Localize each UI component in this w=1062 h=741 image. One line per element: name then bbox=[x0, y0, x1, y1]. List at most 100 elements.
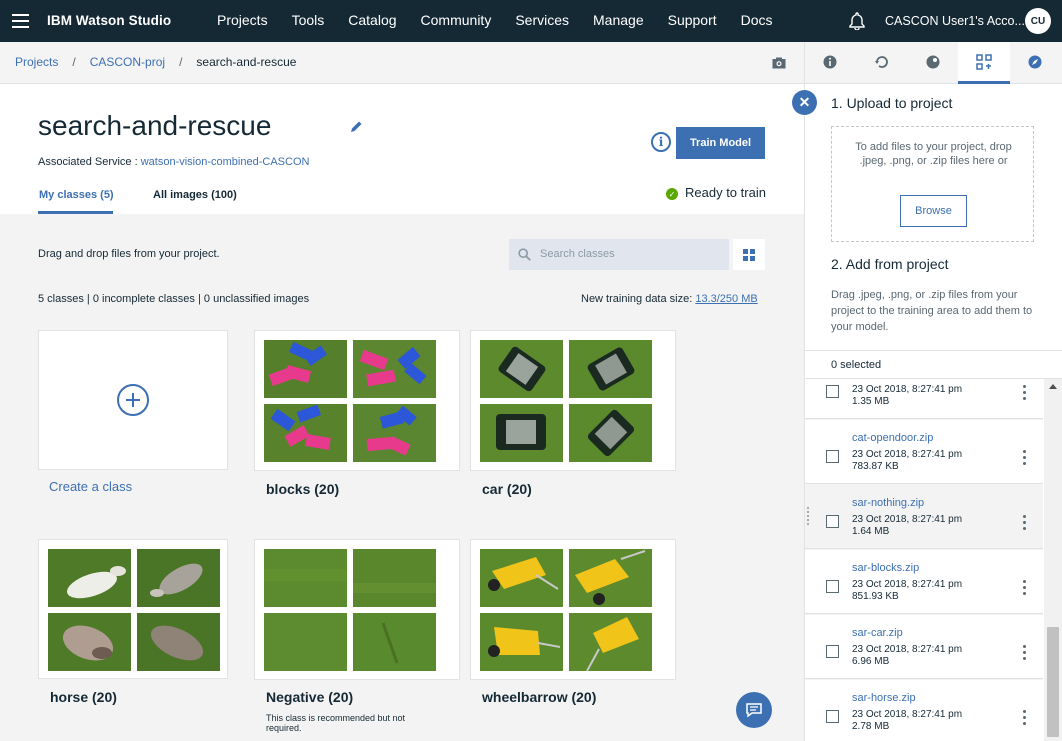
breadcrumb-bar: Projects / CASCON-proj / search-and-resc… bbox=[0, 42, 804, 84]
file-date: 23 Oct 2018, 8:27:41 pm bbox=[852, 709, 963, 720]
scrollbar-thumb[interactable] bbox=[1047, 627, 1059, 737]
file-checkbox[interactable] bbox=[826, 385, 839, 398]
file-list-scrollbar[interactable] bbox=[1044, 379, 1062, 741]
file-size: 6.96 MB bbox=[852, 656, 890, 667]
file-item[interactable]: sar-nothing.zip 23 Oct 2018, 8:27:41 pm … bbox=[805, 485, 1043, 549]
top-navigation-bar: IBM Watson Studio Projects Tools Catalog… bbox=[0, 0, 1062, 42]
info-circle-icon[interactable] bbox=[822, 54, 838, 70]
tab-my-classes[interactable]: My classes (5) bbox=[39, 189, 114, 201]
class-thumbnail bbox=[137, 613, 220, 671]
breadcrumb-separator: / bbox=[72, 55, 76, 69]
class-thumbnail bbox=[48, 613, 131, 671]
brand-title[interactable]: IBM Watson Studio bbox=[47, 13, 171, 28]
active-tab-indicator bbox=[38, 211, 113, 214]
class-card-blocks[interactable] bbox=[254, 330, 460, 471]
class-thumbnail bbox=[480, 549, 563, 607]
tab-all-images[interactable]: All images (100) bbox=[153, 189, 237, 201]
nav-tools[interactable]: Tools bbox=[292, 12, 325, 28]
compass-icon[interactable] bbox=[1027, 54, 1043, 70]
scroll-up-arrow-icon[interactable] bbox=[1049, 384, 1057, 389]
data-assets-icon[interactable] bbox=[976, 54, 992, 70]
file-date: 23 Oct 2018, 8:27:41 pm bbox=[852, 644, 963, 655]
file-item[interactable]: sar-blocks.zip 23 Oct 2018, 8:27:41 pm 8… bbox=[805, 550, 1043, 614]
class-thumbnail bbox=[264, 549, 347, 607]
nav-community[interactable]: Community bbox=[421, 12, 492, 28]
notification-bell-icon[interactable] bbox=[849, 12, 865, 30]
file-item[interactable]: 23 Oct 2018, 8:27:41 pm 1.35 MB bbox=[805, 379, 1043, 419]
palette-icon[interactable] bbox=[925, 54, 941, 70]
class-card-wheelbarrow[interactable] bbox=[470, 539, 676, 680]
edit-pencil-icon[interactable] bbox=[350, 120, 363, 133]
avatar[interactable]: CU bbox=[1025, 8, 1051, 34]
nav-projects[interactable]: Projects bbox=[217, 12, 268, 28]
file-item[interactable]: sar-horse.zip 23 Oct 2018, 8:27:41 pm 2.… bbox=[805, 680, 1043, 741]
close-panel-button[interactable]: ✕ bbox=[792, 90, 817, 115]
associated-service: Associated Service : watson-vision-combi… bbox=[38, 156, 309, 168]
breadcrumb-projects[interactable]: Projects bbox=[15, 55, 58, 69]
file-checkbox[interactable] bbox=[826, 645, 839, 658]
nav-services[interactable]: Services bbox=[515, 12, 569, 28]
browse-button[interactable]: Browse bbox=[900, 195, 967, 227]
info-icon[interactable]: i bbox=[651, 132, 671, 152]
create-class-card[interactable] bbox=[38, 330, 228, 470]
overflow-menu-icon[interactable] bbox=[1023, 580, 1026, 598]
nav-catalog[interactable]: Catalog bbox=[348, 12, 396, 28]
file-name[interactable]: cat-opendoor.zip bbox=[852, 432, 933, 444]
train-model-button[interactable]: Train Model bbox=[676, 127, 765, 159]
search-classes-field[interactable]: Search classes bbox=[509, 239, 729, 270]
file-date: 23 Oct 2018, 8:27:41 pm bbox=[852, 579, 963, 590]
add-section-title: 2. Add from project bbox=[831, 256, 949, 272]
file-checkbox[interactable] bbox=[826, 710, 839, 723]
chat-button[interactable] bbox=[736, 692, 772, 728]
class-label: horse (20) bbox=[50, 689, 117, 705]
file-name[interactable]: sar-nothing.zip bbox=[852, 497, 924, 509]
nav-support[interactable]: Support bbox=[668, 12, 717, 28]
overflow-menu-icon[interactable] bbox=[1023, 515, 1026, 533]
file-checkbox[interactable] bbox=[826, 450, 839, 463]
class-card-negative[interactable] bbox=[254, 539, 460, 680]
grid-view-button[interactable] bbox=[733, 239, 765, 270]
breadcrumb-project[interactable]: CASCON-proj bbox=[90, 55, 165, 69]
class-thumbnail bbox=[569, 549, 652, 607]
associated-service-link[interactable]: watson-vision-combined-CASCON bbox=[141, 156, 310, 168]
project-file-list: 23 Oct 2018, 8:27:41 pm 1.35 MB cat-open… bbox=[805, 379, 1043, 741]
class-thumbnail bbox=[353, 613, 436, 671]
file-name[interactable]: sar-horse.zip bbox=[852, 692, 916, 704]
drag-handle-icon[interactable] bbox=[805, 507, 812, 529]
account-name[interactable]: CASCON User1's Acco... bbox=[885, 14, 1025, 28]
class-label: car (20) bbox=[482, 481, 532, 497]
file-item[interactable]: cat-opendoor.zip 23 Oct 2018, 8:27:41 pm… bbox=[805, 420, 1043, 484]
class-thumbnail bbox=[264, 340, 347, 398]
class-card-horse[interactable] bbox=[38, 539, 228, 679]
upload-dropzone[interactable]: To add files to your project, drop .jpeg… bbox=[831, 126, 1034, 242]
training-size-link[interactable]: 13.3/250 MB bbox=[695, 293, 757, 305]
overflow-menu-icon[interactable] bbox=[1023, 450, 1026, 468]
nav-docs[interactable]: Docs bbox=[741, 12, 773, 28]
file-item[interactable]: sar-car.zip 23 Oct 2018, 8:27:41 pm 6.96… bbox=[805, 615, 1043, 679]
selection-bar: 0 selected bbox=[805, 350, 1062, 379]
create-class-link[interactable]: Create a class bbox=[49, 479, 132, 494]
overflow-menu-icon[interactable] bbox=[1023, 645, 1026, 663]
drag-instructions: Drag and drop files from your project. bbox=[38, 248, 220, 260]
class-thumbnail bbox=[569, 404, 652, 462]
selected-count: 0 selected bbox=[831, 359, 882, 371]
associated-service-label: Associated Service : bbox=[38, 156, 141, 168]
camera-icon[interactable] bbox=[772, 57, 786, 69]
overflow-menu-icon[interactable] bbox=[1023, 710, 1026, 728]
class-thumbnail bbox=[137, 549, 220, 607]
checkmark-icon: ✓ bbox=[666, 188, 678, 200]
class-card-car[interactable] bbox=[470, 330, 676, 471]
file-checkbox[interactable] bbox=[826, 580, 839, 593]
training-size-label: New training data size: bbox=[581, 293, 696, 305]
history-icon[interactable] bbox=[874, 54, 890, 70]
file-name[interactable]: sar-car.zip bbox=[852, 627, 903, 639]
file-checkbox[interactable] bbox=[826, 515, 839, 528]
model-header: search-and-rescue Associated Service : w… bbox=[0, 84, 804, 214]
hamburger-menu-icon[interactable] bbox=[12, 14, 29, 28]
file-date: 23 Oct 2018, 8:27:41 pm bbox=[852, 514, 963, 525]
file-name[interactable]: sar-blocks.zip bbox=[852, 562, 919, 574]
nav-manage[interactable]: Manage bbox=[593, 12, 644, 28]
class-label: wheelbarrow (20) bbox=[482, 689, 597, 705]
breadcrumb-separator: / bbox=[179, 55, 183, 69]
overflow-menu-icon[interactable] bbox=[1023, 385, 1026, 403]
